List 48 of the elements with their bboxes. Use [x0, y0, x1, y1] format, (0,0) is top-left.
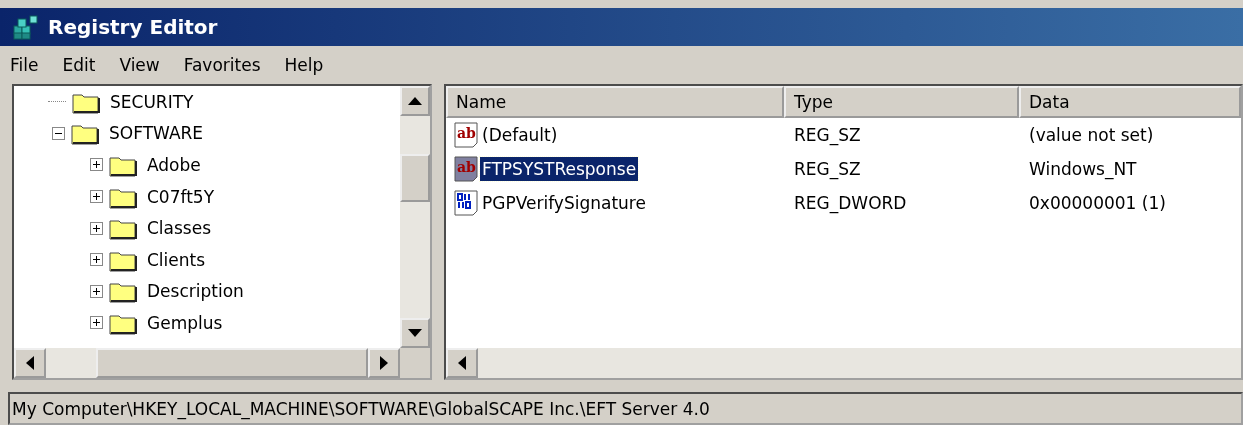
scroll-thumb[interactable] — [400, 154, 430, 202]
value-data: (value not set) — [1029, 125, 1154, 145]
value-name[interactable]: FTPSYSTResponse — [480, 157, 639, 181]
menu-item[interactable]: Help — [284, 55, 324, 75]
string-value-icon: ab — [454, 156, 480, 182]
value-data: Windows_NT — [1029, 159, 1137, 179]
value-type: REG_DWORD — [794, 193, 907, 213]
up-arrow-icon[interactable] — [408, 97, 422, 105]
tree-item[interactable]: Clients — [147, 249, 206, 270]
tree-item[interactable]: SOFTWARE — [109, 123, 204, 144]
value-name[interactable]: PGPVerifySignature — [480, 191, 648, 215]
horizontal-scrollbar[interactable] — [446, 348, 1241, 378]
tree-item[interactable]: Gemplus — [147, 312, 223, 333]
menu-item[interactable]: Favorites — [183, 55, 261, 75]
expander-icon[interactable] — [52, 126, 65, 140]
string-value-icon: ab — [454, 122, 480, 148]
binary-value-icon — [454, 190, 480, 216]
column-header[interactable]: Data — [1019, 86, 1241, 118]
down-arrow-icon[interactable] — [408, 329, 422, 337]
expander-icon[interactable] — [90, 284, 103, 298]
status-path: My Computer\HKEY_LOCAL_MACHINE\SOFTWARE\GlobalSCAPE Inc.\EFT Server 4.0 — [12, 398, 710, 419]
left-arrow-icon[interactable] — [26, 356, 34, 370]
tree-item[interactable]: Description — [147, 281, 244, 302]
expander-icon[interactable] — [90, 316, 103, 330]
expander-icon[interactable] — [90, 253, 103, 267]
vertical-scrollbar[interactable] — [400, 86, 430, 348]
expander-icon[interactable] — [90, 190, 103, 204]
window-title: Registry Editor — [48, 15, 218, 39]
menu-item[interactable]: Edit — [62, 55, 96, 75]
left-arrow-icon[interactable] — [458, 356, 466, 370]
tree-item[interactable]: C07ft5Y — [147, 186, 215, 207]
column-header[interactable]: Type — [784, 86, 1019, 118]
menu-item[interactable]: File — [10, 55, 39, 75]
expander-icon[interactable] — [90, 221, 103, 235]
tree-item[interactable]: SECURITY — [110, 91, 194, 112]
expander-icon[interactable] — [90, 158, 103, 172]
column-header[interactable]: Name — [446, 86, 784, 118]
horizontal-scrollbar[interactable] — [14, 348, 430, 378]
value-name[interactable]: (Default) — [480, 123, 560, 147]
tree-item[interactable]: Adobe — [147, 155, 201, 175]
scroll-thumb[interactable] — [96, 348, 368, 378]
value-data: 0x00000001 (1) — [1029, 193, 1166, 213]
tree-item[interactable]: Classes — [147, 218, 212, 239]
value-type: REG_SZ — [794, 125, 861, 145]
right-arrow-icon[interactable] — [380, 356, 388, 370]
scrollbar-corner — [400, 348, 430, 378]
value-type: REG_SZ — [794, 159, 861, 179]
menu-item[interactable]: View — [119, 55, 160, 75]
